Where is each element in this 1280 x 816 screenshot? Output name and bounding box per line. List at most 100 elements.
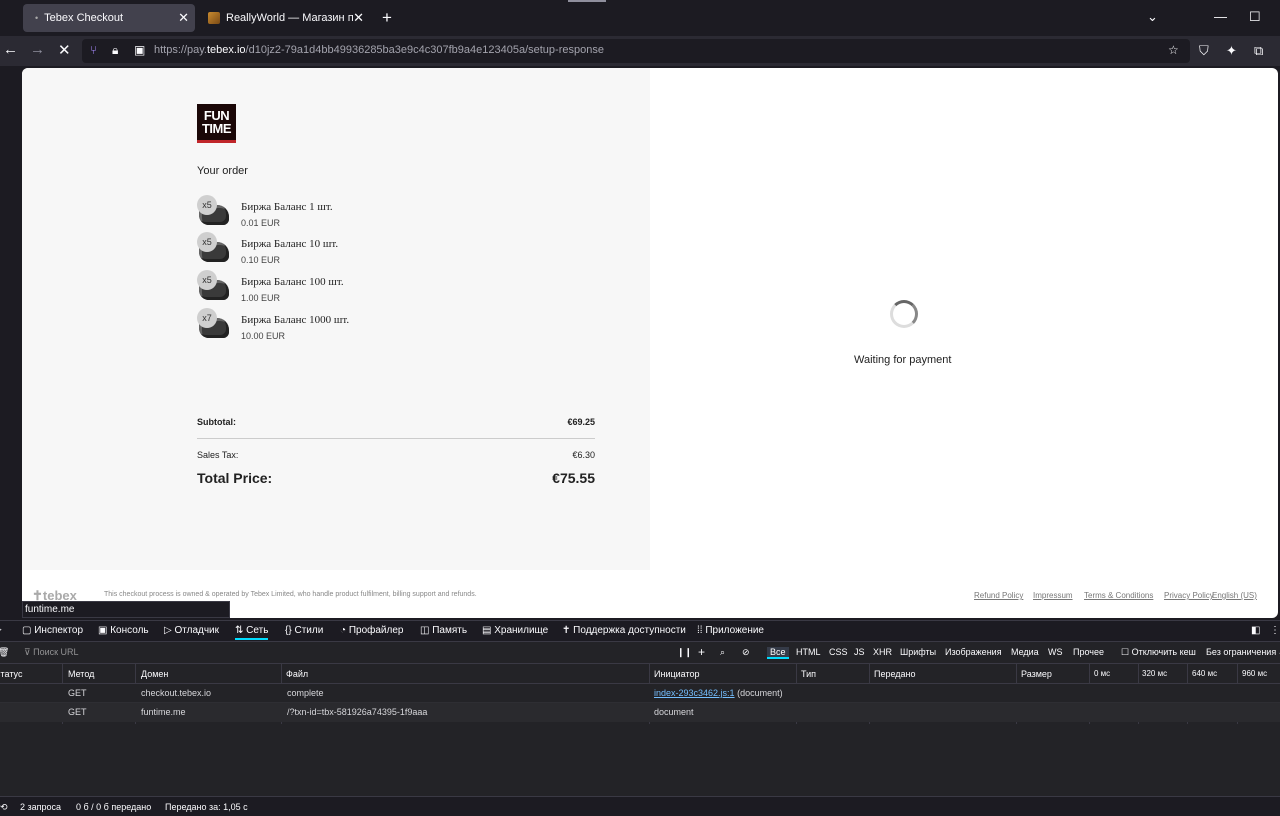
tab-debugger[interactable]: ▷ Отладчик (164, 625, 219, 636)
column-header[interactable]: Инициатор (654, 669, 700, 679)
column-header[interactable]: Передано (874, 669, 916, 679)
subtotal-value: €69.25 (567, 417, 595, 427)
filter-ws[interactable]: WS (1048, 647, 1063, 657)
filter-other[interactable]: Прочее (1073, 647, 1104, 657)
permissions-icon[interactable]: ▣ (134, 43, 145, 57)
impressum-link[interactable]: Impressum (1033, 591, 1073, 600)
privacy-policy-link[interactable]: Privacy Policy (1164, 591, 1214, 600)
new-tab-icon[interactable]: + (382, 8, 392, 28)
tab-console[interactable]: ▣ Консоль (98, 625, 149, 636)
pause-icon[interactable]: ❙❙ (677, 647, 692, 658)
refund-policy-link[interactable]: Refund Policy (974, 591, 1023, 600)
filter-css[interactable]: CSS (829, 647, 848, 657)
pick-element-icon[interactable]: ⌖ (0, 625, 2, 636)
item-image: x5 (197, 232, 229, 264)
column-header[interactable]: Домен (141, 669, 168, 679)
status-url-tooltip: funtime.me (22, 601, 230, 618)
store-logo: FUN TIME (197, 104, 236, 143)
url-text[interactable]: https://pay.tebex.io/d10jz2-79a1d4bb4993… (154, 44, 604, 56)
filter-url-input[interactable]: ⊽ Поиск URL (24, 647, 79, 658)
filter-xhr[interactable]: XHR (873, 647, 892, 657)
lock-icon[interactable]: 🔒︎ (112, 43, 118, 58)
clear-icon[interactable]: 🗑︎ (0, 647, 9, 658)
address-bar[interactable]: ⑂ 🔒︎ ▣ https://pay.tebex.io/d10jz2-79a1d… (82, 39, 1190, 63)
tab-reallyworld[interactable]: ReallyWorld — Магазин приви ✕ (200, 4, 370, 32)
order-item: x5 Биржа Баланс 10 шт. 0.10 EUR (197, 232, 497, 266)
tab-profiler[interactable]: ◔ Профайлер (340, 625, 403, 636)
initiator-link[interactable]: index-293c3462.js:1 (654, 688, 735, 698)
throttling-select[interactable]: Без ограничения ⏶ (1206, 647, 1280, 658)
filter-all[interactable]: Все (767, 647, 789, 659)
tab-accessibility[interactable]: ✝ Поддержка доступности (562, 625, 686, 636)
payment-status: Waiting for payment (854, 354, 952, 366)
column-header[interactable]: Размер (1021, 669, 1052, 679)
navigation-bar: ← → ✕ ⑂ 🔒︎ ▣ https://pay.tebex.io/d10jz2… (0, 36, 1280, 66)
block-icon[interactable]: ⊘ (742, 647, 750, 658)
request-domain: funtime.me (141, 707, 186, 717)
filter-images[interactable]: Изображения (945, 647, 1002, 657)
order-summary-panel: FUN TIME Your order x5 Биржа Баланс 1 шт.… (22, 68, 650, 570)
tab-inspector[interactable]: ▢ Инспектор (22, 625, 83, 636)
search-icon[interactable]: ⌕ (720, 647, 725, 658)
item-price: 0.10 EUR (241, 255, 281, 265)
filter-media[interactable]: Медиа (1011, 647, 1039, 657)
item-name: Биржа Баланс 10 шт. (241, 238, 339, 250)
timeline-tick: 320 мс (1142, 669, 1168, 678)
request-initiator: index-293c3462.js:1 (document) (654, 688, 783, 698)
drag-indicator (568, 0, 606, 2)
item-price: 0.01 EUR (241, 218, 281, 228)
maximize-icon[interactable]: ☐ (1249, 9, 1261, 25)
network-request-table: Статус Метод Домен Файл Инициатор Тип Пе… (0, 664, 1280, 796)
close-tab-icon[interactable]: ✕ (178, 10, 189, 26)
tab-memory[interactable]: ◫ Память (420, 625, 467, 636)
filter-fonts[interactable]: Шрифты (900, 647, 936, 657)
puzzle-icon[interactable]: ⧉ (1254, 43, 1263, 59)
table-row[interactable]: GET checkout.tebex.io complete index-293… (0, 684, 1280, 703)
forward-icon[interactable]: → (30, 41, 45, 58)
transfer-time: Передано за: 1,05 с (165, 802, 248, 812)
shield-icon[interactable]: ⛉ (1199, 43, 1209, 59)
tab-application[interactable]: ⁞⁞ Приложение (697, 625, 764, 636)
minimize-icon[interactable]: — (1214, 9, 1227, 24)
total-label: Total Price: (197, 470, 273, 486)
close-tab-icon[interactable]: ✕ (353, 10, 364, 26)
column-header[interactable]: Статус (0, 669, 22, 679)
bookmark-star-icon[interactable]: ☆ (1168, 43, 1179, 57)
reload-icon[interactable]: ⟲ (0, 802, 8, 813)
tab-network[interactable]: ⇅ Сеть (235, 625, 269, 640)
table-header: Статус Метод Домен Файл Инициатор Тип Пе… (0, 664, 1280, 684)
tab-list-chevron-icon[interactable]: ⌄ (1147, 9, 1158, 25)
browser-window: • Tebex Checkout ✕ ReallyWorld — Магазин… (0, 0, 1280, 816)
filter-html[interactable]: HTML (796, 647, 821, 657)
tab-title: ReallyWorld — Магазин приви (226, 12, 354, 24)
extensions-sparkle-icon[interactable]: ✦ (1226, 43, 1237, 59)
devtools-menu-icon[interactable]: ⋮ (1270, 625, 1280, 636)
checkout-page: FUN TIME Your order x5 Биржа Баланс 1 шт.… (22, 68, 1278, 618)
item-name: Биржа Баланс 100 шт. (241, 276, 344, 288)
back-icon[interactable]: ← (3, 41, 18, 58)
total-value: €75.55 (552, 470, 595, 486)
tab-tebex-checkout[interactable]: • Tebex Checkout ✕ (23, 4, 195, 32)
request-initiator: document (654, 707, 694, 717)
tab-storage[interactable]: ▤ Хранилище (482, 625, 548, 636)
extension-icon[interactable]: ⑂ (90, 43, 97, 57)
item-price: 1.00 EUR (241, 293, 281, 303)
table-row[interactable]: GET funtime.me /?txn-id=tbx-581926a74395… (0, 703, 1280, 722)
terms-link[interactable]: Terms & Conditions (1084, 591, 1153, 600)
column-header[interactable]: Метод (68, 669, 94, 679)
stop-icon[interactable]: ✕ (58, 41, 71, 59)
add-icon[interactable]: + (698, 645, 705, 659)
column-header[interactable]: Тип (801, 669, 816, 679)
order-item: x7 Биржа Баланс 1000 шт. 10.00 EUR (197, 308, 497, 342)
column-header[interactable]: Файл (286, 669, 308, 679)
language-link[interactable]: English (US) (1212, 591, 1257, 600)
dock-icon[interactable]: ◧ (1251, 625, 1260, 636)
filter-js[interactable]: JS (854, 647, 865, 657)
order-heading: Your order (197, 165, 248, 177)
item-image: x5 (197, 195, 229, 227)
disable-cache-checkbox[interactable]: ☐ Отключить кеш (1121, 647, 1196, 658)
item-image: x7 (197, 308, 229, 340)
tab-styles[interactable]: {} Стили (285, 625, 323, 636)
subtotal-row: Subtotal: €69.25 (197, 417, 595, 427)
order-item: x5 Биржа Баланс 1 шт. 0.01 EUR (197, 195, 497, 229)
